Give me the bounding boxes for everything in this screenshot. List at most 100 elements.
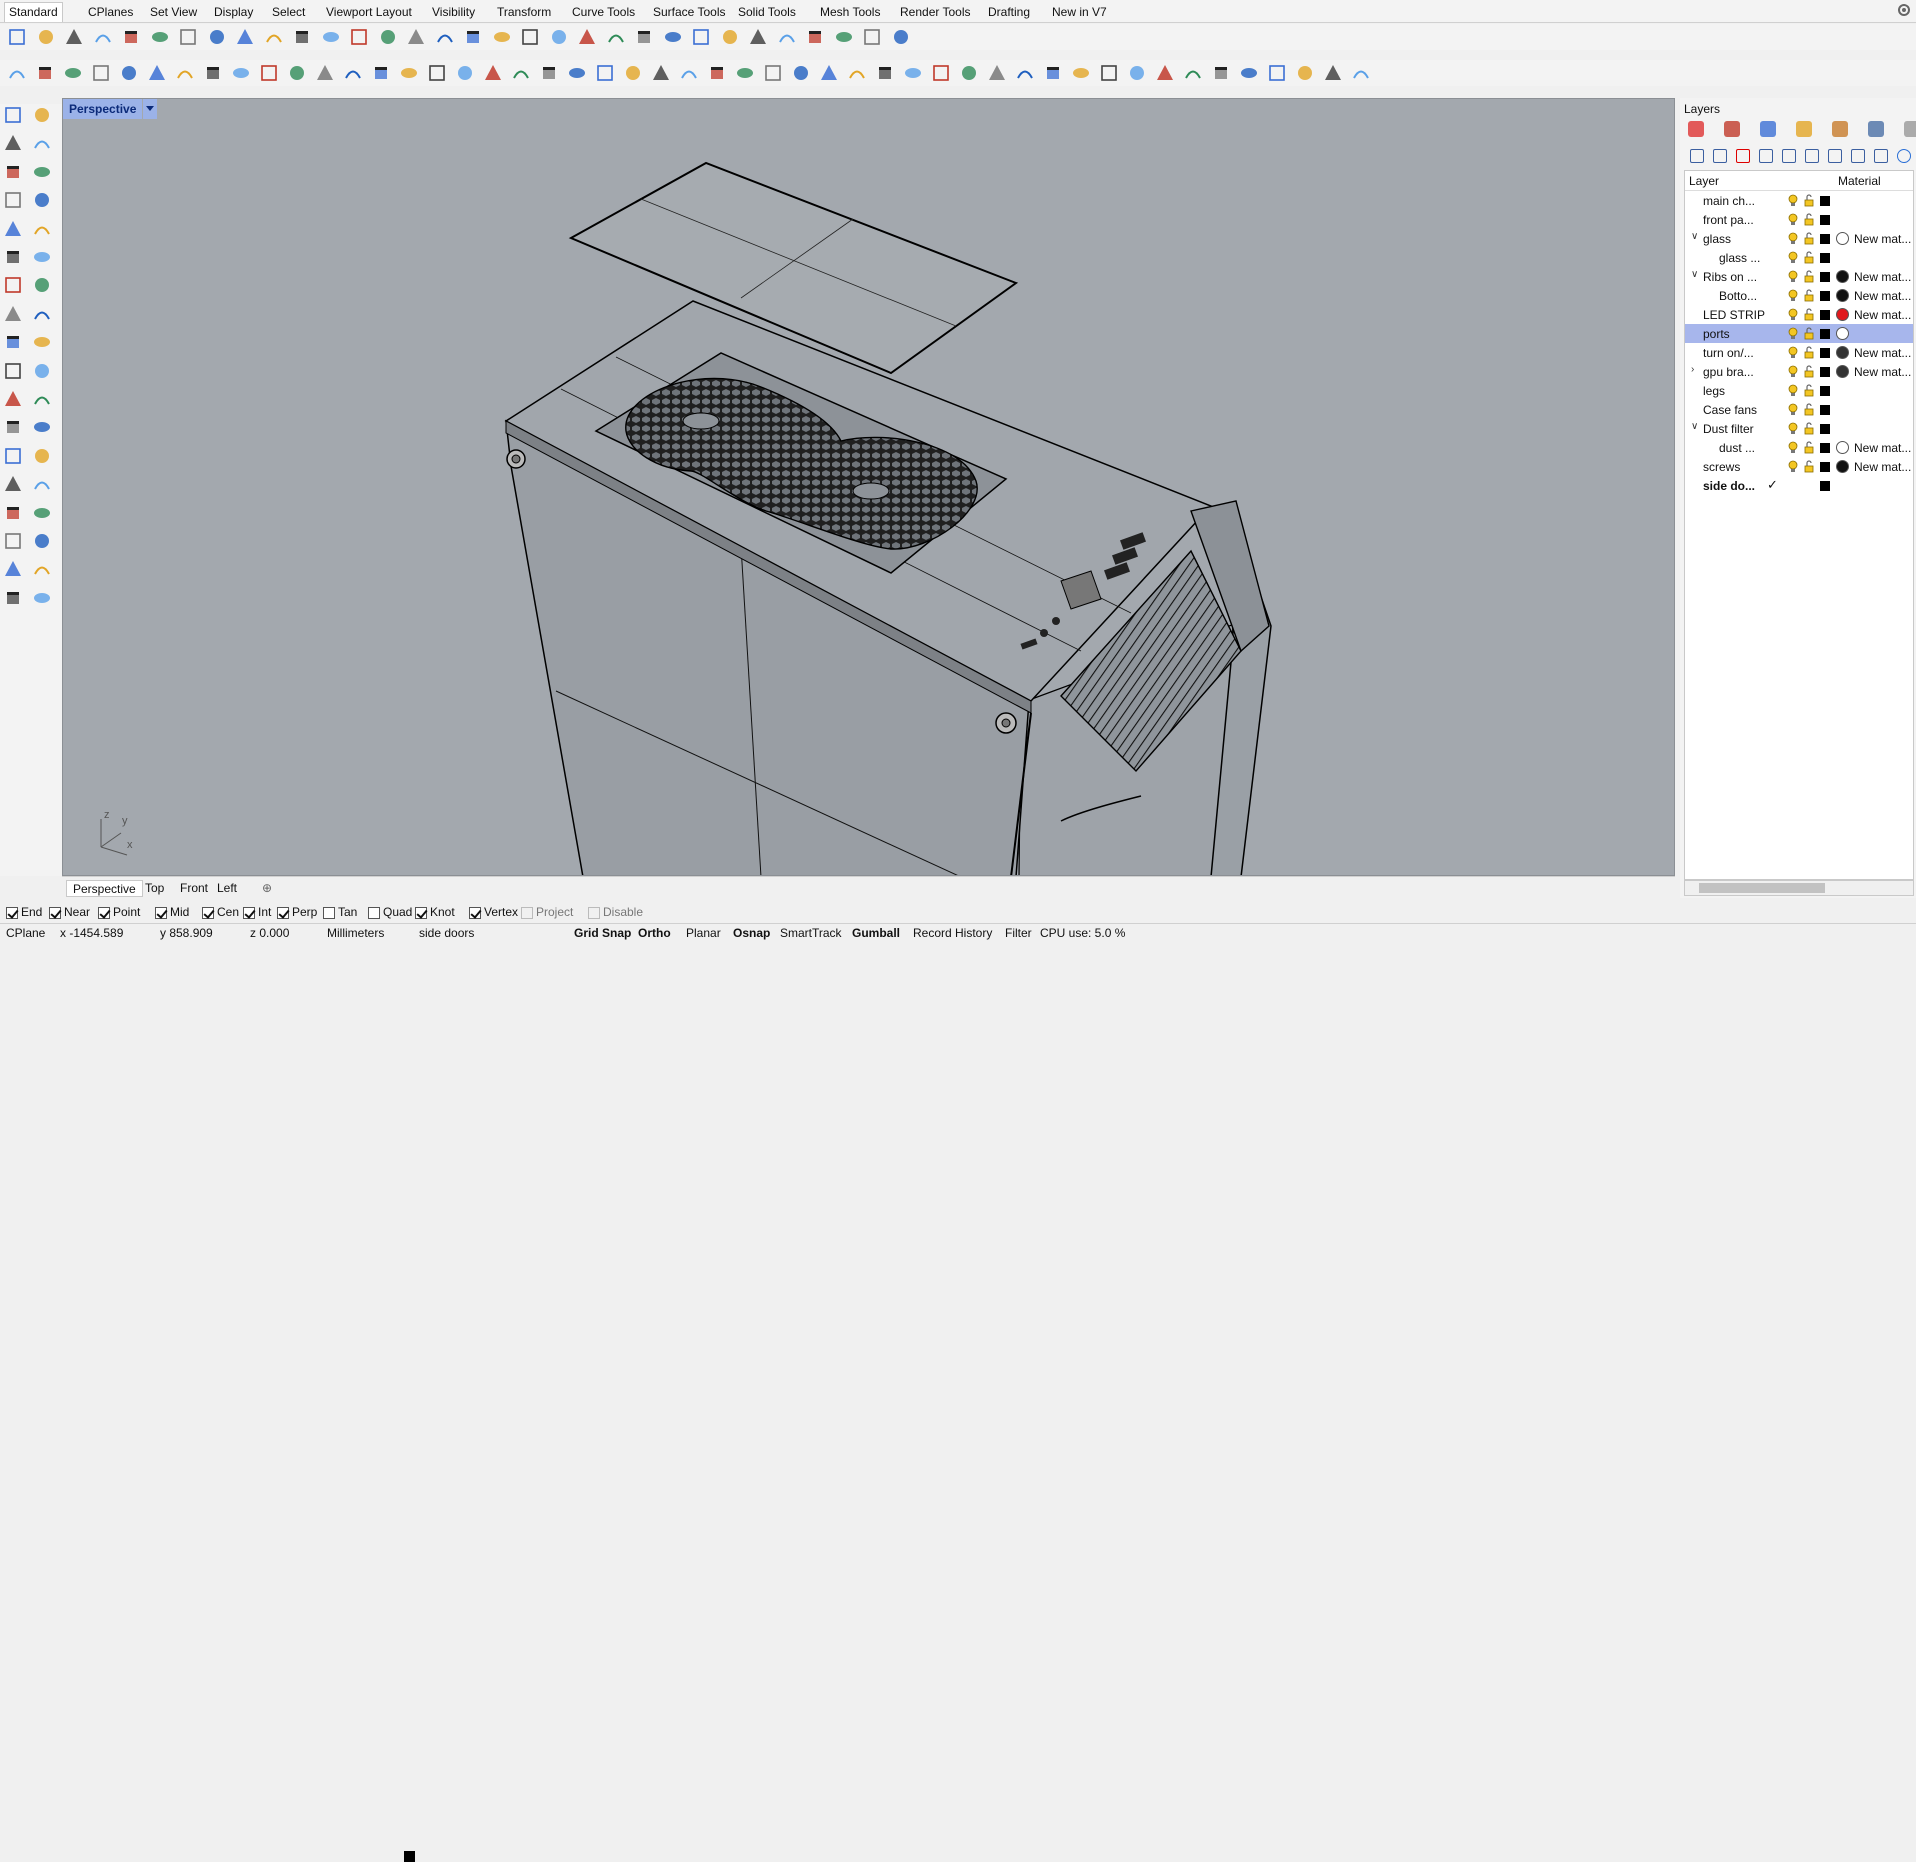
osnap-quad[interactable]: Quad: [368, 905, 412, 920]
main-tool-icon[interactable]: [398, 62, 420, 84]
material-column-header[interactable]: Material: [1838, 174, 1881, 188]
lightbulb-icon[interactable]: [1787, 232, 1799, 245]
record-history-toggle[interactable]: Record History: [913, 926, 992, 941]
main-tool-icon[interactable]: [818, 62, 840, 84]
osnap-knot[interactable]: Knot: [415, 905, 455, 920]
layer-row[interactable]: screws New mat...: [1685, 457, 1913, 476]
layer-color-swatch[interactable]: [1820, 367, 1830, 377]
main-tool-icon[interactable]: [146, 62, 168, 84]
lightbulb-icon[interactable]: [1787, 213, 1799, 226]
checkbox[interactable]: [588, 906, 600, 919]
material-name[interactable]: New mat...: [1854, 460, 1911, 474]
layer-horizontal-scrollbar[interactable]: [1684, 880, 1914, 896]
main-tool-icon[interactable]: [874, 62, 896, 84]
standard-tool-icon[interactable]: [434, 26, 456, 48]
grid-snap-toggle[interactable]: Grid Snap: [574, 926, 631, 941]
panel-tab-icon[interactable]: [1796, 121, 1812, 137]
checkbox[interactable]: [243, 906, 255, 919]
panel-tab-icon[interactable]: [1832, 121, 1848, 137]
main-tool-icon[interactable]: [1294, 62, 1316, 84]
left-tool-icon[interactable]: [31, 132, 53, 154]
unlock-icon[interactable]: [1803, 213, 1815, 226]
material-name[interactable]: New mat...: [1854, 441, 1911, 455]
main-tool-icon[interactable]: [538, 62, 560, 84]
main-tool-icon[interactable]: [90, 62, 112, 84]
main-tool-icon[interactable]: [930, 62, 952, 84]
material-name[interactable]: New mat...: [1854, 365, 1911, 379]
layer-color-swatch[interactable]: [1820, 405, 1830, 415]
layer-row[interactable]: Case fans: [1685, 400, 1913, 419]
checkbox[interactable]: [323, 906, 335, 919]
material-swatch[interactable]: [1836, 346, 1849, 359]
material-swatch[interactable]: [1836, 441, 1849, 454]
cplane-label[interactable]: CPlane: [6, 926, 45, 941]
lightbulb-icon[interactable]: [1787, 327, 1799, 340]
material-name[interactable]: New mat...: [1854, 232, 1911, 246]
standard-tool-icon[interactable]: [377, 26, 399, 48]
planar-toggle[interactable]: Planar: [686, 926, 721, 941]
panel-tab-icon[interactable]: [1760, 121, 1776, 137]
left-tool-icon[interactable]: [2, 132, 24, 154]
unlock-icon[interactable]: [1803, 346, 1815, 359]
layer-row[interactable]: front pa...: [1685, 210, 1913, 229]
panel-tab-icon[interactable]: [1688, 121, 1704, 137]
new-layer-icon[interactable]: [1690, 149, 1704, 163]
main-tool-icon[interactable]: [510, 62, 532, 84]
scroll-thumb[interactable]: [1699, 883, 1825, 893]
left-tool-icon[interactable]: [2, 104, 24, 126]
main-tool-icon[interactable]: [1350, 62, 1372, 84]
unlock-icon[interactable]: [1803, 403, 1815, 416]
material-swatch[interactable]: [1836, 365, 1849, 378]
checkbox[interactable]: [155, 906, 167, 919]
standard-tool-icon[interactable]: [519, 26, 541, 48]
main-tool-icon[interactable]: [986, 62, 1008, 84]
main-tool-icon[interactable]: [1098, 62, 1120, 84]
lightbulb-icon[interactable]: [1787, 384, 1799, 397]
main-tool-icon[interactable]: [34, 62, 56, 84]
layer-name[interactable]: gpu bra...: [1703, 365, 1777, 379]
standard-tool-icon[interactable]: [405, 26, 427, 48]
standard-tool-icon[interactable]: [177, 26, 199, 48]
layer-row[interactable]: LED STRIP New mat...: [1685, 305, 1913, 324]
standard-tool-icon[interactable]: [320, 26, 342, 48]
osnap-mid[interactable]: Mid: [155, 905, 189, 920]
main-tool-icon[interactable]: [1154, 62, 1176, 84]
osnap-perp[interactable]: Perp: [277, 905, 317, 920]
main-tool-icon[interactable]: [118, 62, 140, 84]
move-up-icon[interactable]: [1759, 149, 1773, 163]
chevron-down-icon[interactable]: ∨: [1691, 421, 1701, 435]
left-tool-icon[interactable]: [2, 360, 24, 382]
properties-icon[interactable]: [1851, 149, 1865, 163]
layer-color-swatch[interactable]: [1820, 386, 1830, 396]
gumball-toggle[interactable]: Gumball: [852, 926, 900, 941]
checkbox[interactable]: [202, 906, 214, 919]
main-tool-icon[interactable]: [454, 62, 476, 84]
layer-row[interactable]: dust ... New mat...: [1685, 438, 1913, 457]
osnap-int[interactable]: Int: [243, 905, 271, 920]
layer-name[interactable]: screws: [1703, 460, 1777, 474]
menu-tab-viewport-layout[interactable]: Viewport Layout: [322, 3, 416, 21]
left-tool-icon[interactable]: [2, 587, 24, 609]
main-tool-icon[interactable]: [258, 62, 280, 84]
smarttrack-toggle[interactable]: SmartTrack: [780, 926, 842, 941]
layer-color-swatch[interactable]: [1820, 462, 1830, 472]
osnap-toggle[interactable]: Osnap: [733, 926, 770, 941]
osnap-tan[interactable]: Tan: [323, 905, 357, 920]
layer-color-swatch[interactable]: [1820, 291, 1830, 301]
checkbox[interactable]: [521, 906, 533, 919]
layer-row[interactable]: ports: [1685, 324, 1913, 343]
main-tool-icon[interactable]: [1210, 62, 1232, 84]
unlock-icon[interactable]: [1803, 327, 1815, 340]
menu-tab-set-view[interactable]: Set View: [146, 3, 201, 21]
layer-color-swatch[interactable]: [1820, 253, 1830, 263]
left-tool-icon[interactable]: [31, 246, 53, 268]
standard-tool-icon[interactable]: [833, 26, 855, 48]
layer-color-swatch[interactable]: [1820, 443, 1830, 453]
move-left-icon[interactable]: [1805, 149, 1819, 163]
layer-name[interactable]: front pa...: [1703, 213, 1777, 227]
help-icon[interactable]: [1897, 149, 1911, 163]
main-tool-icon[interactable]: [1042, 62, 1064, 84]
menu-tab-curve-tools[interactable]: Curve Tools: [568, 3, 639, 21]
standard-tool-icon[interactable]: [63, 26, 85, 48]
standard-tool-icon[interactable]: [605, 26, 627, 48]
